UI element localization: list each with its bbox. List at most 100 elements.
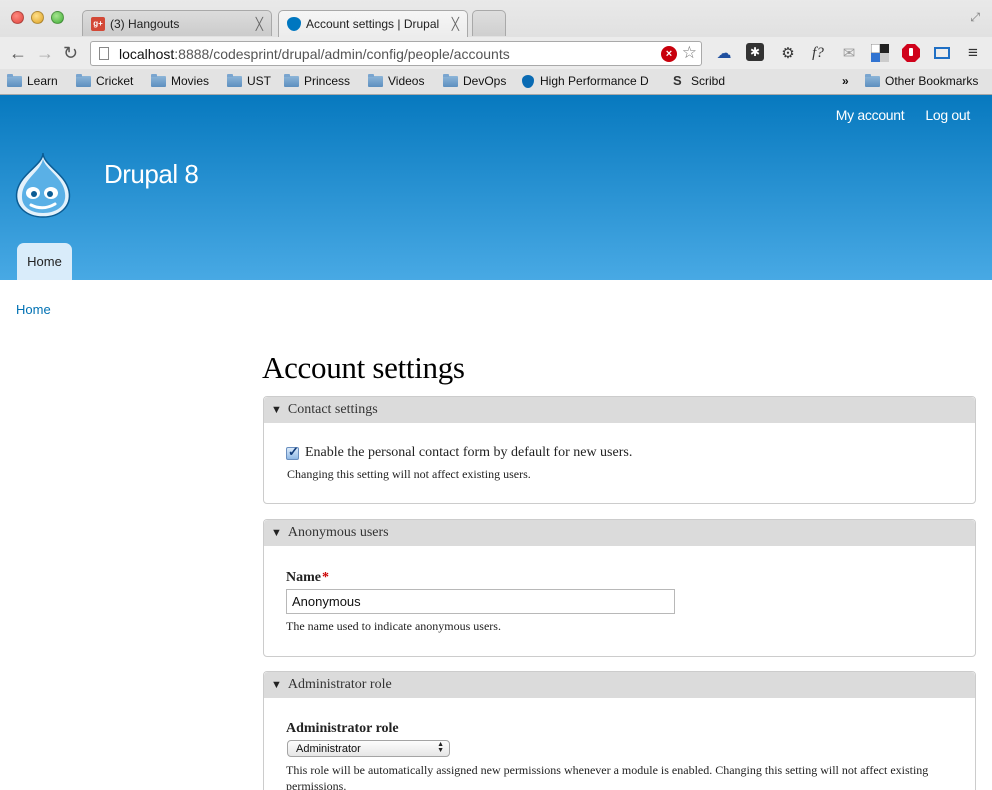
bookmark-label: Princess bbox=[304, 74, 351, 88]
my-account-link[interactable]: My account bbox=[836, 107, 905, 123]
anonymous-description: The name used to indicate anonymous user… bbox=[286, 619, 501, 633]
google-plus-icon: g+ bbox=[91, 16, 105, 31]
delicious-icon[interactable] bbox=[870, 43, 890, 63]
bookmark-star-icon[interactable]: ☆ bbox=[682, 43, 697, 63]
anonymous-name-input[interactable] bbox=[286, 589, 675, 614]
fullscreen-icon[interactable]: ⤢ bbox=[970, 10, 980, 25]
legend-label: Anonymous users bbox=[287, 525, 389, 540]
administrator-role-label: Administrator role bbox=[286, 721, 399, 736]
folder-icon bbox=[443, 73, 458, 87]
administrator-role-fieldset: ▼ Administrator role Administrator role … bbox=[263, 671, 976, 790]
legend-label: Administrator role bbox=[287, 677, 392, 692]
collapse-triangle-icon: ▼ bbox=[271, 404, 282, 416]
bookmark-devops[interactable]: DevOps bbox=[443, 73, 507, 88]
bookmark-label: High Performance D bbox=[540, 74, 649, 88]
site-header: My account Log out Drupal 8 Home bbox=[0, 95, 992, 280]
contact-settings-fieldset: ▼ Contact settings Enable the personal c… bbox=[263, 396, 976, 504]
page-title: Account settings bbox=[262, 350, 465, 385]
reload-icon[interactable]: ↻ bbox=[63, 43, 78, 63]
site-name[interactable]: Drupal 8 bbox=[104, 159, 199, 190]
screen-capture-icon[interactable] bbox=[932, 43, 952, 63]
collapse-triangle-icon: ▼ bbox=[271, 527, 282, 539]
bookmark-learn[interactable]: Learn bbox=[7, 73, 58, 88]
window-controls bbox=[11, 11, 64, 24]
blocked-icon[interactable]: × bbox=[661, 46, 677, 62]
legend-label: Contact settings bbox=[287, 402, 378, 417]
scribd-icon: S bbox=[673, 72, 682, 88]
tab-hangouts[interactable]: g+ (3) Hangouts ╳ bbox=[82, 10, 272, 36]
bookmark-princess[interactable]: Princess bbox=[284, 73, 351, 88]
bookmark-label: Videos bbox=[388, 74, 425, 88]
zoom-window-button[interactable] bbox=[51, 11, 64, 24]
close-tab-icon[interactable]: ╳ bbox=[256, 17, 263, 31]
bookmark-label: Movies bbox=[171, 74, 210, 88]
back-icon[interactable]: ← bbox=[9, 43, 27, 63]
folder-icon bbox=[368, 73, 383, 87]
bookmark-label: UST bbox=[247, 74, 271, 88]
bookmarks-bar: Learn Cricket Movies UST Princess Videos… bbox=[0, 69, 992, 94]
bookmark-label: DevOps bbox=[463, 74, 507, 88]
contact-settings-legend[interactable]: ▼ Contact settings bbox=[264, 397, 975, 423]
folder-icon bbox=[284, 73, 299, 87]
forward-icon[interactable]: → bbox=[36, 43, 54, 63]
drupal-favicon-icon bbox=[287, 17, 301, 31]
close-window-button[interactable] bbox=[11, 11, 24, 24]
puzzle-extension-icon[interactable]: ✱ bbox=[746, 43, 764, 61]
administrator-role-description: This role will be automatically assigned… bbox=[286, 763, 929, 790]
drupal-drop-icon bbox=[522, 74, 534, 88]
tab-account-settings[interactable]: Account settings | Drupal ╳ bbox=[278, 10, 468, 37]
anonymous-users-legend[interactable]: ▼ Anonymous users bbox=[264, 520, 975, 546]
log-out-link[interactable]: Log out bbox=[925, 107, 970, 123]
cloud-extension-icon[interactable]: ☁ bbox=[714, 43, 734, 63]
contact-default-checkbox[interactable] bbox=[286, 444, 299, 460]
new-tab-button[interactable] bbox=[472, 10, 506, 36]
breadcrumb-home-link[interactable]: Home bbox=[16, 302, 51, 317]
selected-option: Administrator bbox=[296, 742, 361, 755]
tab-home[interactable]: Home bbox=[17, 243, 72, 280]
close-tab-icon[interactable]: ╳ bbox=[452, 17, 459, 31]
anonymous-users-fieldset: ▼ Anonymous users Name* The name used to… bbox=[263, 519, 976, 657]
collapse-triangle-icon: ▼ bbox=[271, 679, 282, 691]
bookmark-label: Other Bookmarks bbox=[885, 74, 979, 88]
folder-icon bbox=[151, 73, 166, 87]
bookmark-high-performance[interactable]: High Performance D bbox=[522, 74, 658, 88]
more-bookmarks-button[interactable]: » bbox=[842, 74, 849, 88]
tab-title: Account settings | Drupal bbox=[306, 17, 440, 31]
bookmark-movies[interactable]: Movies bbox=[151, 73, 210, 88]
name-label-text: Name bbox=[286, 570, 321, 585]
contact-description: Changing this setting will not affect ex… bbox=[287, 467, 531, 481]
browser-chrome: g+ (3) Hangouts ╳ Account settings | Dru… bbox=[0, 0, 992, 95]
bookmark-other[interactable]: Other Bookmarks bbox=[865, 73, 979, 88]
folder-icon bbox=[865, 73, 880, 87]
folder-icon bbox=[227, 73, 242, 87]
bookmark-label: Scribd bbox=[691, 74, 726, 88]
address-bar[interactable]: localhost:8888/codesprint/drupal/admin/c… bbox=[90, 41, 702, 66]
mail-icon[interactable]: ✉ bbox=[839, 43, 859, 63]
tab-title: (3) Hangouts bbox=[110, 16, 180, 31]
url-host: localhost bbox=[119, 45, 175, 62]
bookmark-label: Learn bbox=[27, 74, 58, 88]
font-finder-icon[interactable]: f? bbox=[808, 43, 828, 63]
gear-icon[interactable]: ⚙ bbox=[778, 43, 798, 63]
minimize-window-button[interactable] bbox=[31, 11, 44, 24]
bookmark-cricket[interactable]: Cricket bbox=[76, 73, 134, 88]
bookmark-label: Cricket bbox=[96, 74, 134, 88]
url-path: :8888/codesprint/drupal/admin/config/peo… bbox=[174, 45, 510, 62]
browser-toolbar: ← → ↻ localhost:8888/codesprint/drupal/a… bbox=[0, 37, 992, 69]
folder-icon bbox=[7, 73, 22, 87]
name-label: Name* bbox=[286, 570, 329, 586]
bookmark-scribd[interactable]: S Scribd bbox=[673, 72, 726, 89]
administrator-role-legend[interactable]: ▼ Administrator role bbox=[264, 672, 975, 698]
administrator-role-select[interactable]: Administrator ▲ ▼ bbox=[287, 740, 450, 757]
bookmark-videos[interactable]: Videos bbox=[368, 73, 425, 88]
menu-icon[interactable]: ≡ bbox=[963, 43, 983, 63]
folder-icon bbox=[76, 73, 91, 87]
select-arrows-icon: ▲ ▼ bbox=[437, 741, 444, 754]
required-marker: * bbox=[322, 570, 329, 585]
drupal-logo-icon[interactable] bbox=[13, 151, 73, 219]
adblock-icon[interactable] bbox=[901, 43, 921, 63]
page-icon bbox=[99, 47, 109, 60]
contact-default-label[interactable]: Enable the personal contact form by defa… bbox=[305, 445, 632, 461]
bookmark-ust[interactable]: UST bbox=[227, 73, 271, 88]
user-menu: My account Log out bbox=[836, 107, 971, 123]
